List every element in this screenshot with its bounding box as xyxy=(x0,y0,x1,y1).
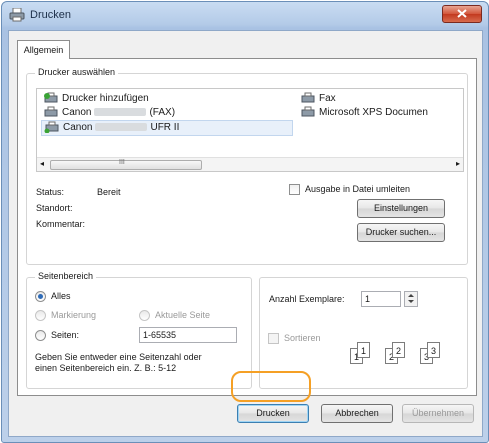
copies-label: Anzahl Exemplare: xyxy=(269,294,345,304)
scrollbar-thumb[interactable]: III xyxy=(50,159,202,170)
add-printer-icon xyxy=(44,92,58,103)
title-bar: Drucken xyxy=(2,2,488,28)
range-all-label: Alles xyxy=(51,291,71,301)
copies-spinner[interactable] xyxy=(404,291,418,307)
printer-item-add[interactable]: Drucker hinzufügen xyxy=(43,92,149,106)
range-selection-label: Markierung xyxy=(51,310,97,320)
page-range-hint-line1: Geben Sie entweder eine Seitenzahl oder xyxy=(35,352,202,362)
spin-down-icon[interactable] xyxy=(408,300,414,303)
print-dialog-window: Drucken Allgemein Drucker auswählen Druc… xyxy=(1,1,489,443)
horizontal-scrollbar[interactable]: ◂ III ▸ xyxy=(37,157,463,171)
range-pages-label: Seiten: xyxy=(51,330,80,340)
page-range-hint-line2: einen Seitenbereich ein. Z. B.: 5-12 xyxy=(35,363,177,373)
comment-label: Kommentar: xyxy=(36,219,86,229)
printer-item-canon-ufr[interactable]: Canon UFR II xyxy=(41,120,293,136)
print-button[interactable]: Drucken xyxy=(237,404,309,423)
printer-item-label: Drucker hinzufügen xyxy=(62,93,149,104)
collate-label: Sortieren xyxy=(284,333,321,343)
settings-button[interactable]: Einstellungen xyxy=(357,199,445,218)
spin-up-icon[interactable] xyxy=(408,294,414,297)
close-icon xyxy=(457,9,467,18)
fax-icon xyxy=(301,92,315,103)
print-to-file-checkbox[interactable] xyxy=(289,184,300,195)
range-pages-radio[interactable] xyxy=(35,330,46,341)
pages-input[interactable]: 1-65535 xyxy=(139,327,237,343)
collate-page: 1 xyxy=(357,342,370,358)
collate-page: 3 xyxy=(427,342,440,358)
printer-item-suffix: UFR II xyxy=(150,122,180,133)
printer-icon xyxy=(44,106,58,117)
range-current-page-radio[interactable] xyxy=(139,310,150,321)
printer-item-label: Canon xyxy=(62,107,92,118)
apply-button[interactable]: Übernehmen xyxy=(402,404,474,423)
location-label: Standort: xyxy=(36,203,73,213)
tab-allgemein[interactable]: Allgemein xyxy=(17,40,70,59)
page-range-label: Seitenbereich xyxy=(35,271,97,281)
status-value: Bereit xyxy=(97,187,121,197)
collate-checkbox[interactable] xyxy=(268,333,279,344)
printer-item-label: Canon xyxy=(63,122,93,133)
redacted-model-name xyxy=(95,123,148,132)
range-current-page-label: Aktuelle Seite xyxy=(155,310,211,320)
collate-page: 2 xyxy=(392,342,405,358)
printer-icon xyxy=(9,8,25,22)
printer-icon xyxy=(301,106,315,117)
print-to-file-label: Ausgabe in Datei umleiten xyxy=(305,184,411,194)
printer-item-fax[interactable]: Fax xyxy=(300,92,336,106)
printer-item-canon-fax[interactable]: Canon (FAX) xyxy=(43,106,175,120)
scroll-right-icon[interactable]: ▸ xyxy=(456,159,460,168)
tab-panel-allgemein: Drucker auswählen Drucker hinzufügen Can… xyxy=(17,58,477,396)
scroll-grip: III xyxy=(119,159,125,166)
print-button-highlight xyxy=(231,371,311,402)
range-all-radio[interactable] xyxy=(35,291,46,302)
printer-list[interactable]: Drucker hinzufügen Canon (FAX) Canon UFR… xyxy=(36,88,464,172)
status-label: Status: xyxy=(36,187,65,197)
printer-item-label: Fax xyxy=(319,93,336,104)
printer-select-group: Drucker auswählen Drucker hinzufügen Can… xyxy=(26,67,468,265)
close-button[interactable] xyxy=(442,5,482,23)
range-selection-radio[interactable] xyxy=(35,310,46,321)
scroll-left-icon[interactable]: ◂ xyxy=(40,159,44,168)
redacted-model-name xyxy=(94,108,147,117)
copies-input[interactable]: 1 xyxy=(361,291,401,307)
printer-icon xyxy=(44,121,59,134)
cancel-button[interactable]: Abbrechen xyxy=(321,404,393,423)
printer-item-suffix: (FAX) xyxy=(149,107,176,118)
printer-item-label: Microsoft XPS Documen xyxy=(319,107,428,118)
window-title: Drucken xyxy=(30,9,71,21)
find-printer-button[interactable]: Drucker suchen... xyxy=(357,223,445,242)
printer-group-label: Drucker auswählen xyxy=(35,67,119,77)
printer-item-xps[interactable]: Microsoft XPS Documen xyxy=(300,106,428,120)
page-range-group: Seitenbereich Alles Markierung Aktuelle … xyxy=(26,271,252,389)
